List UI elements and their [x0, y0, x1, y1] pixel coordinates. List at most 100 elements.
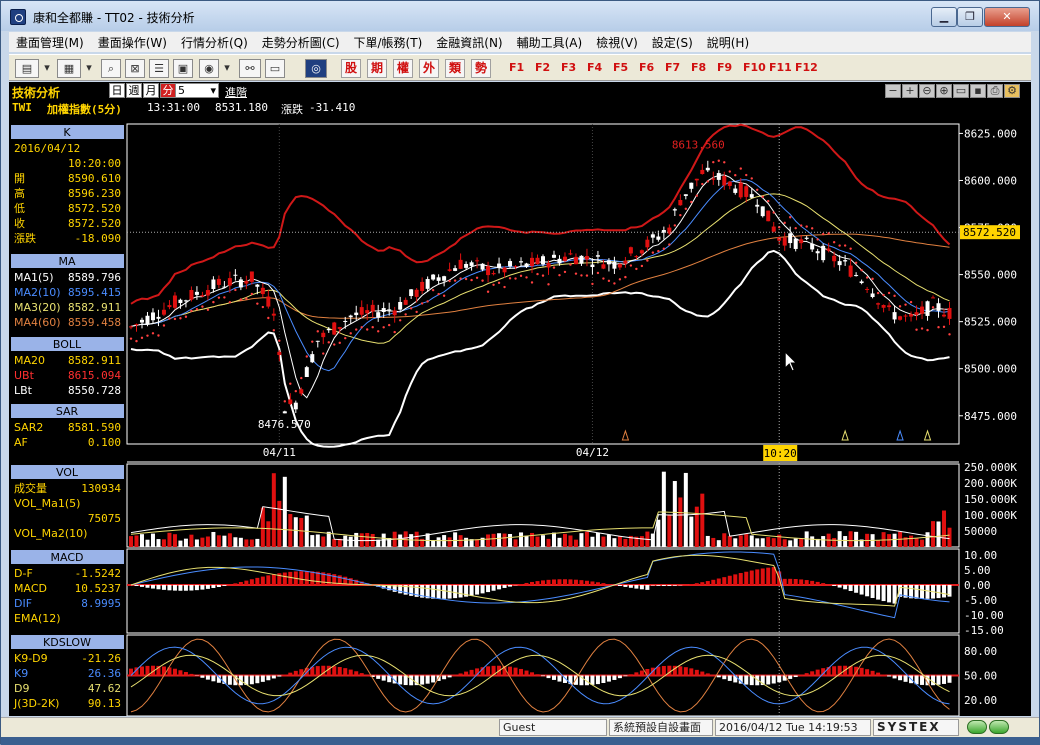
menu-item-3[interactable]: 走勢分析圖(C): [255, 34, 347, 51]
close-button[interactable]: ✕: [984, 7, 1030, 27]
search-icon[interactable]: ⌕: [101, 59, 121, 78]
menu-item-9[interactable]: 說明(H): [700, 34, 756, 51]
kd-bar: [887, 676, 891, 677]
volume-bar: [448, 537, 452, 547]
layout-icon[interactable]: ▤: [15, 59, 39, 78]
menu-item-6[interactable]: 輔助工具(A): [510, 34, 590, 51]
brand-logo-icon[interactable]: ◎: [305, 59, 327, 78]
link-icon[interactable]: ⚯: [239, 59, 261, 78]
sar-dot: [498, 282, 500, 284]
chart-tool-icon[interactable]: ▦: [57, 59, 81, 78]
sar-dot: [630, 264, 632, 266]
chart-canvas[interactable]: K2016/04/1210:20:00開8590.610高8596.230低85…: [9, 82, 1031, 716]
close-chart-icon[interactable]: ⊠: [125, 59, 145, 78]
kd-bar: [255, 676, 259, 684]
macd-bar: [607, 584, 611, 585]
volume-bar: [129, 536, 133, 547]
panel-title-boll: BOLL: [53, 338, 82, 351]
kd-bar: [634, 672, 638, 675]
dropdown-arrow-icon[interactable]: ▾: [221, 59, 233, 78]
maximize-button[interactable]: ❐: [957, 7, 983, 27]
menu-item-5[interactable]: 金融資訊(N): [429, 34, 509, 51]
quick-button-2[interactable]: 權: [393, 59, 413, 78]
macd-bar: [459, 585, 463, 597]
sar-dot: [641, 265, 643, 267]
macd-bar: [134, 585, 138, 586]
fkey-f12[interactable]: F12: [795, 61, 818, 74]
candle-body: [497, 264, 501, 269]
menu-item-0[interactable]: 畫面管理(M): [9, 34, 91, 51]
globe-icon[interactable]: ◉: [199, 59, 219, 78]
quick-button-0[interactable]: 股: [341, 59, 361, 78]
kd-bar: [448, 676, 452, 678]
sar-dot: [668, 243, 670, 245]
macd-bar: [195, 585, 199, 590]
volume-bar: [283, 477, 287, 547]
candle-body: [552, 255, 556, 258]
dropdown-arrow-icon[interactable]: ▾: [83, 59, 95, 78]
candle-body: [448, 269, 452, 270]
fkey-f6[interactable]: F6: [639, 61, 654, 74]
fkey-f10[interactable]: F10: [743, 61, 766, 74]
candle-body: [761, 206, 765, 216]
fkey-f7[interactable]: F7: [665, 61, 680, 74]
menu-item-1[interactable]: 畫面操作(W): [91, 34, 174, 51]
volume-bar: [722, 533, 726, 547]
macd-bar: [926, 585, 930, 599]
sar-dot: [339, 342, 341, 344]
fkey-f11[interactable]: F11: [769, 61, 792, 74]
volume-bar: [459, 535, 463, 547]
panel-date: 2016/04/12: [14, 142, 80, 155]
window-icon[interactable]: ▣: [173, 59, 193, 78]
volume-bar: [222, 536, 226, 547]
macd-bar: [481, 585, 485, 593]
quick-button-5[interactable]: 勢: [471, 59, 491, 78]
candle-body: [277, 352, 281, 355]
panel-kd-value-0: -21.26: [81, 652, 121, 665]
macd-bar: [283, 572, 287, 585]
list-icon[interactable]: ☰: [149, 59, 169, 78]
macd-bar: [156, 585, 160, 589]
fkey-f3[interactable]: F3: [561, 61, 576, 74]
candle-body: [486, 266, 490, 275]
macd-bar: [640, 585, 644, 589]
menu-item-2[interactable]: 行情分析(Q): [174, 34, 255, 51]
sar-dot: [877, 292, 879, 294]
kd-bar: [486, 666, 490, 675]
sar-dot: [899, 305, 901, 307]
fkey-f5[interactable]: F5: [613, 61, 628, 74]
menu-item-7[interactable]: 檢視(V): [589, 34, 645, 51]
volume-tick-label-3: 100.000K: [964, 509, 1017, 522]
volume-bar: [557, 538, 561, 547]
title-bar[interactable]: 康和全都賺 - TT02 - 技術分析 ▁ ❐ ✕: [1, 1, 1039, 31]
volume-bar: [541, 535, 545, 547]
quick-button-1[interactable]: 期: [367, 59, 387, 78]
fkey-f1[interactable]: F1: [509, 61, 524, 74]
sar-dot: [284, 400, 286, 402]
menu-item-4[interactable]: 下單/帳務(T): [347, 34, 430, 51]
menu-item-8[interactable]: 設定(S): [645, 34, 700, 51]
sar-dot: [174, 318, 176, 320]
candle-body: [876, 303, 880, 304]
candle-body: [920, 307, 924, 314]
fkey-f2[interactable]: F2: [535, 61, 550, 74]
minimize-button[interactable]: ▁: [931, 7, 957, 27]
macd-bar: [288, 572, 292, 585]
sar-dot: [932, 306, 934, 308]
panel-macd-value-1: 10.5237: [75, 582, 121, 595]
signal-triangle-icon: [842, 431, 848, 440]
monitor-icon[interactable]: ▭: [265, 59, 285, 78]
volume-bar: [744, 534, 748, 547]
sar-dot: [223, 296, 225, 298]
candle-body: [354, 313, 358, 315]
candle-body: [788, 233, 792, 243]
candle-body: [393, 310, 397, 315]
candle-body: [343, 321, 347, 322]
quick-button-3[interactable]: 外: [419, 59, 439, 78]
quick-button-4[interactable]: 類: [445, 59, 465, 78]
dropdown-arrow-icon[interactable]: ▾: [41, 59, 53, 78]
volume-bar: [189, 535, 193, 547]
fkey-f4[interactable]: F4: [587, 61, 602, 74]
fkey-f8[interactable]: F8: [691, 61, 706, 74]
fkey-f9[interactable]: F9: [717, 61, 732, 74]
